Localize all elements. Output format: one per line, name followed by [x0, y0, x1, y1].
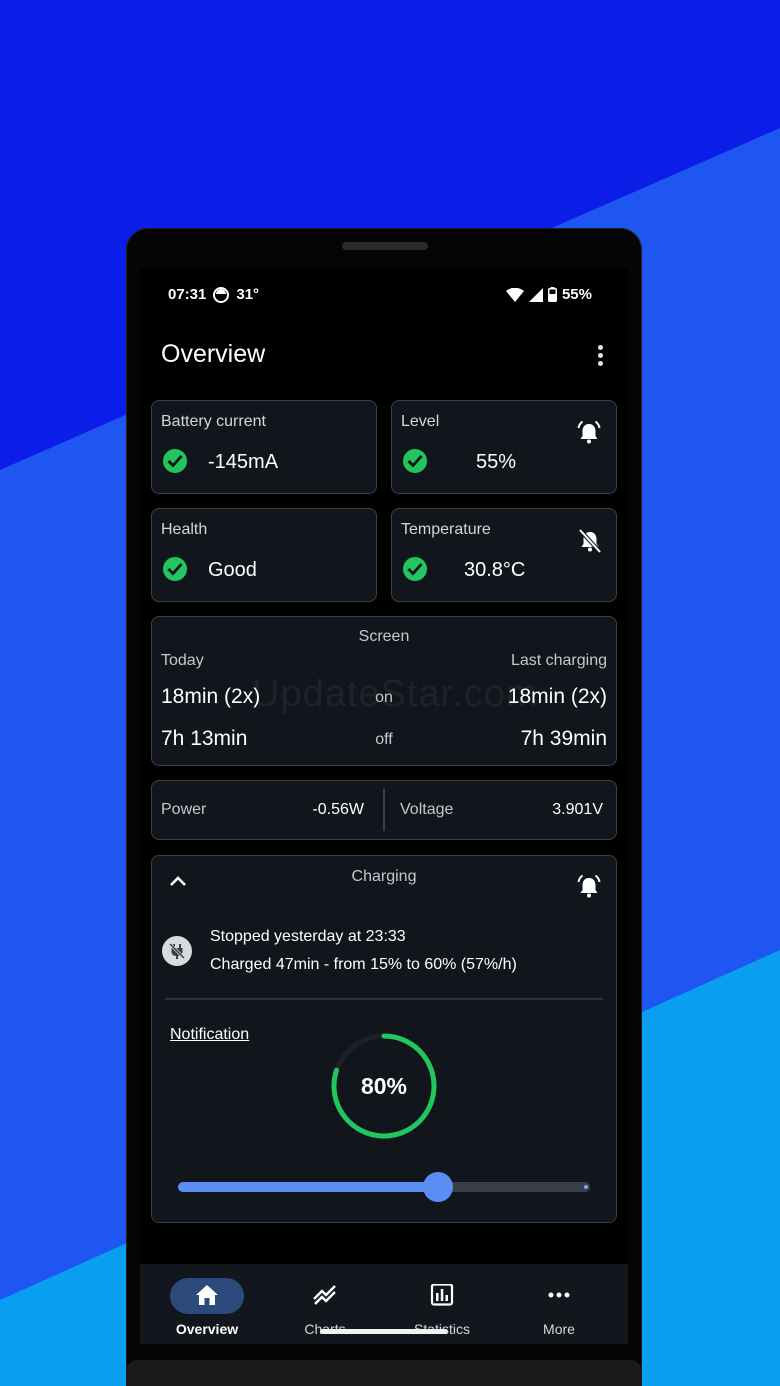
charging-status-line: Stopped yesterday at 23:33 [210, 928, 406, 945]
status-battery: 55% [561, 286, 592, 303]
last-charging-label: Last charging [510, 652, 607, 669]
nav-label: More [543, 1321, 575, 1337]
charging-card: Charging Stopped yesterday at 23:33 Char… [151, 855, 617, 1223]
more-icon [548, 1292, 570, 1298]
status-bar: 07:31 31° 55% [168, 286, 592, 303]
battery-current-card[interactable]: Battery current -145mA [151, 400, 377, 494]
last-off-value: 7h 39min [520, 727, 607, 750]
home-indicator[interactable] [320, 1329, 448, 1334]
overflow-menu-icon[interactable] [588, 342, 612, 368]
status-time: 07:31 [168, 286, 207, 303]
charging-title: Charging [351, 868, 417, 885]
battery-icon [547, 287, 557, 302]
divider [383, 789, 385, 831]
screen-card[interactable]: UpdateStar.com Screen Today Last chargin… [151, 616, 617, 766]
statistics-icon [430, 1284, 454, 1306]
weather-icon [213, 286, 230, 303]
speaker [342, 242, 428, 250]
temperature-value: 30.8°C [464, 559, 526, 581]
temperature-card[interactable]: Temperature 30.8°C [391, 508, 617, 602]
nav-label: Overview [175, 1321, 239, 1337]
charging-summary-line: Charged 47min - from 15% to 60% (57%/h) [210, 956, 517, 973]
divider [165, 998, 603, 1000]
wifi-icon [505, 287, 524, 302]
home-icon [196, 1285, 218, 1305]
notification-link[interactable]: Notification [170, 1026, 249, 1044]
level-value: 55% [476, 451, 517, 473]
level-card[interactable]: Level 55% [391, 400, 617, 494]
charts-icon [313, 1285, 336, 1305]
app-screen: 07:31 31° 55% Overview Battery current -… [140, 268, 628, 1344]
slider-end-tick [584, 1185, 588, 1189]
nav-more[interactable]: More [500, 1264, 618, 1344]
nav-overview[interactable]: Overview [148, 1264, 266, 1344]
health-label: Health [161, 521, 208, 538]
check-icon [163, 557, 187, 581]
check-icon [403, 557, 427, 581]
slider-fill [178, 1182, 438, 1192]
health-card[interactable]: Health Good [151, 508, 377, 602]
alarm-bell-icon[interactable] [576, 420, 602, 446]
temperature-label: Temperature [401, 521, 491, 538]
check-icon [403, 449, 427, 473]
phone-chin [126, 1360, 642, 1386]
voltage-label: Voltage [400, 801, 454, 818]
bell-off-icon[interactable] [578, 528, 602, 554]
phone-frame: 07:31 31° 55% Overview Battery current -… [126, 228, 642, 1386]
power-voltage-card[interactable]: Power -0.56W Voltage 3.901V [151, 780, 617, 840]
status-weather: 31° [236, 286, 260, 303]
power-value: -0.56W [312, 801, 364, 818]
page-title: Overview [161, 340, 266, 368]
battery-current-value: -145mA [208, 451, 279, 473]
slider-thumb[interactable] [422, 1172, 453, 1202]
today-label: Today [161, 652, 204, 669]
voltage-value: 3.901V [552, 801, 603, 818]
alarm-bell-icon[interactable] [576, 874, 602, 900]
charge-limit-slider[interactable] [178, 1172, 590, 1202]
level-label: Level [401, 413, 440, 430]
power-off-icon [162, 936, 192, 966]
health-value: Good [208, 559, 257, 581]
battery-current-label: Battery current [161, 413, 266, 430]
last-on-value: 18min (2x) [507, 685, 607, 708]
signal-icon [528, 287, 543, 302]
charge-target-label: 80% [360, 1073, 408, 1099]
screen-title: Screen [358, 628, 410, 645]
check-icon [163, 449, 187, 473]
power-label: Power [161, 801, 207, 818]
